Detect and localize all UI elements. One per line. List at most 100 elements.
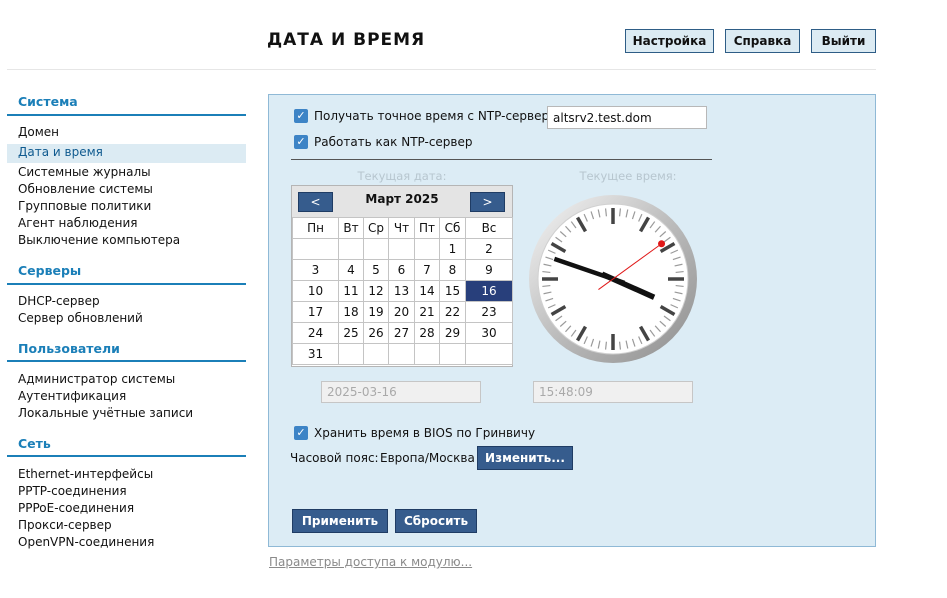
apply-button[interactable]: Применить [292, 509, 388, 533]
calendar-weekday: Пт [414, 217, 440, 239]
sidebar-item-domain[interactable]: Домен [7, 124, 246, 143]
current-time-field: 15:48:09 [533, 381, 693, 403]
ntp-get-label: Получать точное время с NTP-сервера: [314, 109, 561, 123]
calendar-day[interactable]: 31 [292, 343, 339, 365]
ntp-get-checkbox[interactable]: ✓ [294, 109, 308, 123]
calendar-day-selected[interactable]: 16 [465, 280, 513, 302]
calendar-empty-cell [388, 343, 415, 365]
calendar-prev-button[interactable]: < [298, 192, 333, 212]
calendar-day[interactable]: 15 [439, 280, 466, 302]
logout-button[interactable]: Выйти [811, 29, 876, 53]
sidebar-item-shutdown[interactable]: Выключение компьютера [7, 232, 246, 251]
sidebar-section-divider [7, 455, 246, 457]
calendar-month-label: Март 2025 [365, 192, 439, 206]
ntp-serve-label: Работать как NTP-сервер [314, 135, 473, 149]
clock-minute-tick [618, 341, 622, 350]
calendar-day[interactable]: 1 [439, 238, 466, 260]
ntp-serve-checkbox[interactable]: ✓ [294, 135, 308, 149]
current-date-field: 2025-03-16 [321, 381, 481, 403]
calendar-day[interactable]: 22 [439, 301, 466, 323]
sidebar-section-divider [7, 114, 246, 116]
calendar-weekday: Вт [338, 217, 364, 239]
calendar-weekday: Ср [363, 217, 389, 239]
clock-minute-tick [675, 284, 684, 288]
calendar-day[interactable]: 14 [414, 280, 440, 302]
clock-minute-tick [618, 208, 622, 217]
calendar-weekday: Чт [388, 217, 415, 239]
calendar-week-row: 31 [292, 343, 513, 365]
calendar-day[interactable]: 9 [465, 259, 513, 281]
clock-minute-tick [542, 270, 551, 274]
sidebar-item-local-accounts[interactable]: Локальные учётные записи [7, 405, 246, 424]
calendar-day[interactable]: 8 [439, 259, 466, 281]
change-timezone-button[interactable]: Изменить... [477, 446, 573, 470]
calendar-day[interactable]: 18 [338, 301, 364, 323]
current-time-label: Текущее время: [579, 169, 677, 183]
analog-clock [529, 195, 697, 363]
calendar-week-row: 24 25 26 27 28 29 30 [292, 322, 513, 344]
calendar-day[interactable]: 24 [292, 322, 339, 344]
ntp-server-input[interactable] [547, 106, 707, 129]
calendar-empty-cell [388, 238, 415, 260]
clock-minute-tick [675, 270, 684, 274]
calendar-week-row: 3456789 [292, 259, 513, 281]
calendar-day[interactable]: 11 [338, 280, 364, 302]
calendar-day[interactable]: 5 [363, 259, 389, 281]
calendar-next-button[interactable]: > [470, 192, 505, 212]
clock-second-hand-tip [658, 240, 666, 248]
calendar-empty-cell [439, 343, 466, 365]
sidebar-section-users: Пользователи [18, 341, 120, 356]
sidebar-section-network: Сеть [18, 436, 51, 451]
calendar-day[interactable]: 28 [414, 322, 440, 344]
calendar-day[interactable]: 17 [292, 301, 339, 323]
calendar-day[interactable]: 20 [388, 301, 415, 323]
calendar-weekday-row: Пн Вт Ср Чт Пт Сб Вс [292, 217, 513, 239]
calendar-day[interactable]: 12 [363, 280, 389, 302]
calendar-empty-cell [363, 343, 389, 365]
calendar-day[interactable]: 19 [363, 301, 389, 323]
sidebar-item-openvpn[interactable]: OpenVPN-соединения [7, 534, 246, 553]
calendar-day[interactable]: 29 [439, 322, 466, 344]
reset-button[interactable]: Сбросить [395, 509, 477, 533]
calendar-weekday: Вс [465, 217, 513, 239]
calendar-day[interactable]: 23 [465, 301, 513, 323]
calendar-day[interactable]: 7 [414, 259, 440, 281]
calendar-day[interactable]: 27 [388, 322, 415, 344]
calendar-empty-cell [465, 343, 513, 365]
calendar-day[interactable]: 2 [465, 238, 513, 260]
calendar-empty-cell [292, 238, 339, 260]
clock-minute-tick [604, 341, 608, 350]
calendar-day[interactable]: 3 [292, 259, 339, 281]
calendar-empty-cell [414, 238, 440, 260]
calendar-week-row: 10 11 12 13 14 15 16 [292, 280, 513, 302]
access-settings-link[interactable]: Параметры доступа к модулю... [269, 555, 472, 569]
sidebar-item-date-time[interactable]: Дата и время [7, 144, 246, 163]
header-divider [7, 69, 876, 70]
calendar-empty-cell [338, 343, 364, 365]
ntp-divider [291, 159, 712, 160]
calendar-day[interactable]: 13 [388, 280, 415, 302]
calendar-day[interactable]: 26 [363, 322, 389, 344]
calendar: < Март 2025 > Пн Вт Ср Чт Пт Сб Вс 1 2 3 4 5 6 7 8 9 10 1… [291, 185, 513, 367]
calendar-empty-cell [363, 238, 389, 260]
timezone-value: Европа/Москва [380, 451, 475, 465]
calendar-day[interactable]: 21 [414, 301, 440, 323]
calendar-day[interactable]: 6 [388, 259, 415, 281]
calendar-week-row: 12 [292, 238, 513, 260]
bios-utc-label: Хранить время в BIOS по Гринвичу [314, 426, 536, 440]
bios-utc-checkbox[interactable]: ✓ [294, 426, 308, 440]
calendar-week-row: 17 18 19 20 21 22 23 [292, 301, 513, 323]
sidebar-section-divider [7, 360, 246, 362]
calendar-day[interactable]: 10 [292, 280, 339, 302]
settings-button[interactable]: Настройка [625, 29, 714, 53]
sidebar-section-system: Система [18, 94, 78, 109]
page-title: ДАТА И ВРЕМЯ [267, 30, 426, 50]
calendar-grid: Пн Вт Ср Чт Пт Сб Вс 1 2 3 4 5 6 7 8 9 10 11 12 13 14 15 16 17 1… [292, 217, 513, 365]
current-date-label: Текущая дата: [357, 169, 447, 183]
calendar-day[interactable]: 4 [338, 259, 364, 281]
calendar-empty-cell [414, 343, 440, 365]
help-button[interactable]: Справка [725, 29, 800, 53]
calendar-day[interactable]: 25 [338, 322, 364, 344]
sidebar-item-update-server[interactable]: Сервер обновлений [7, 310, 246, 329]
calendar-day[interactable]: 30 [465, 322, 513, 344]
